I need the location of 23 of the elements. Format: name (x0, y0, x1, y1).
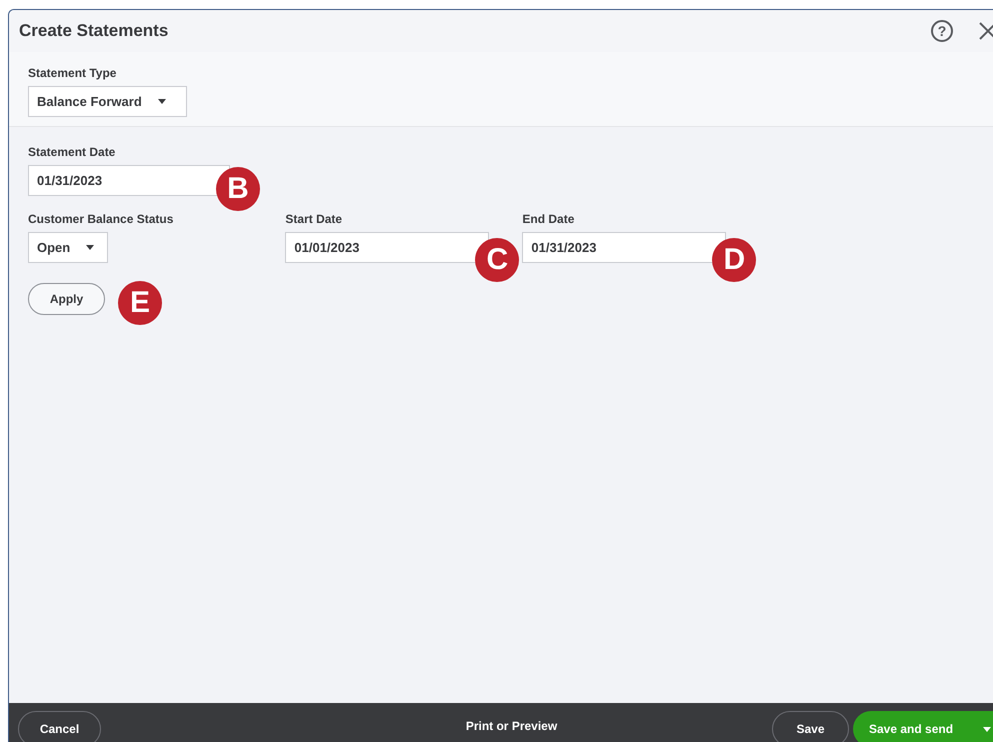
field-label: End Date (522, 212, 576, 226)
cancel-button[interactable]: Cancel (18, 711, 101, 742)
date-field[interactable]: 01/31/2023 (522, 232, 726, 263)
date-field[interactable]: 01/31/2023 (28, 165, 230, 196)
callout-badge: B (216, 167, 260, 211)
save-button[interactable]: Save (772, 711, 849, 742)
caret-icon (983, 726, 991, 732)
dialog-title: Create Statements (19, 21, 170, 41)
field-label: Statement Type (28, 66, 118, 80)
callout-badge: D (712, 238, 756, 282)
caret-icon (158, 99, 166, 104)
caret-icon (86, 245, 94, 250)
field-label: Customer Balance Status (28, 212, 174, 226)
apply-button[interactable]: Apply (28, 283, 105, 315)
dropdown[interactable]: Open (28, 232, 108, 263)
print-preview-link[interactable]: Print or Preview (251, 711, 772, 733)
dropdown[interactable]: Balance Forward (28, 86, 187, 117)
field-label: Statement Date (28, 145, 116, 159)
callout-badge: E (118, 281, 162, 325)
callout-badge: C (475, 238, 520, 282)
help-button[interactable]: ? (931, 20, 953, 42)
field-label: Start Date (285, 212, 344, 226)
close-icon[interactable] (979, 22, 993, 40)
